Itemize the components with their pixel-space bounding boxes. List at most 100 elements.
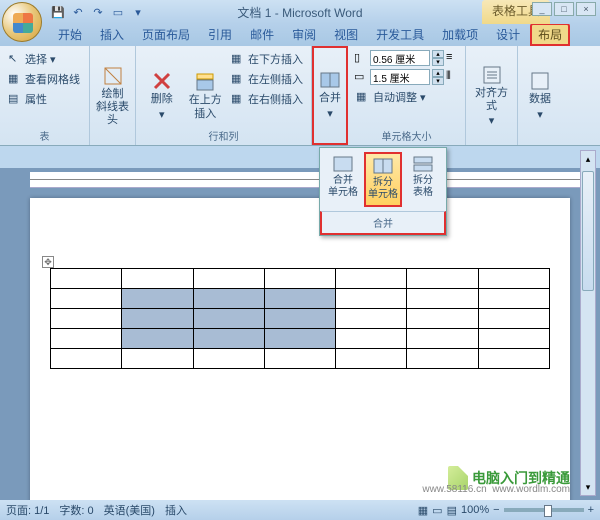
office-button[interactable] (2, 2, 42, 42)
merge-dropdown-popup: 合并 单元格 拆分 单元格 拆分 表格 合并 (319, 147, 447, 236)
popup-split-cells[interactable]: 拆分 单元格 (364, 152, 402, 207)
row-height-input[interactable] (370, 50, 430, 66)
minimize-button[interactable]: _ (532, 2, 552, 16)
tab-layout[interactable]: 布局 (530, 23, 570, 46)
insert-below-button[interactable]: ▦在下方插入 (229, 50, 305, 68)
zoom-out-icon[interactable]: − (493, 504, 499, 516)
save-icon[interactable]: 💾 (50, 4, 66, 20)
redo-icon[interactable]: ↷ (90, 4, 106, 20)
watermark: 电脑入门到精通 www.58116.cn www.wordlm.com (448, 466, 570, 490)
popup-split-table[interactable]: 拆分 表格 (404, 152, 442, 207)
col-width-spinner[interactable]: ▭ ▴▾ ⦀ (354, 69, 460, 85)
tab-design[interactable]: 设计 (488, 23, 528, 46)
row-height-spinner[interactable]: ▯ ▴▾ ≡ (354, 50, 460, 66)
status-bar: 页面: 1/1 字数: 0 英语(美国) 插入 ▦ ▭ ▤ 100% − + (0, 500, 600, 520)
col-width-input[interactable] (370, 69, 430, 85)
split-table-icon (413, 156, 433, 172)
group-label: 表 (0, 128, 89, 143)
table-row (51, 269, 550, 289)
properties-icon: ▤ (8, 92, 22, 106)
group-label: 行和列 (136, 128, 311, 143)
distribute-rows-icon[interactable]: ≡ (446, 51, 460, 65)
title-bar: 💾 ↶ ↷ ▭ ▾ 文档 1 - Microsoft Word 表格工具 _ □… (0, 0, 600, 24)
view-gridlines-button[interactable]: ▦查看网格线 (6, 70, 82, 88)
split-cells-icon (373, 158, 393, 174)
scroll-up-icon[interactable]: ▴ (581, 151, 595, 167)
tab-references[interactable]: 引用 (200, 23, 240, 46)
insert-below-icon: ▦ (231, 52, 245, 66)
view-read-icon[interactable]: ▭ (432, 504, 442, 517)
vertical-scrollbar[interactable]: ▴ ▾ (580, 150, 596, 496)
spin-down[interactable]: ▾ (432, 58, 444, 66)
popup-merge-cells[interactable]: 合并 单元格 (324, 152, 362, 207)
undo-icon[interactable]: ↶ (70, 4, 86, 20)
pencil-icon (103, 66, 123, 86)
zoom-in-icon[interactable]: + (588, 504, 594, 516)
zoom-slider[interactable] (504, 508, 584, 512)
view-print-icon[interactable]: ▦ (418, 504, 428, 517)
tab-addins[interactable]: 加载项 (434, 23, 486, 46)
close-button[interactable]: × (576, 2, 596, 16)
data-icon (530, 71, 550, 91)
document-area: ✥ (0, 168, 600, 500)
ribbon: ↖选择▾ ▦查看网格线 ▤属性 表 绘制 斜线表头 删除▾ (0, 46, 600, 146)
group-rows-cols: 删除▾ 在上方 插入 ▦在下方插入 ▦在左侧插入 ▦在右侧插入 行和列 (136, 46, 312, 145)
tab-pagelayout[interactable]: 页面布局 (134, 23, 198, 46)
table-row (51, 329, 550, 349)
autofit-button[interactable]: ▦自动调整▾ (354, 88, 460, 106)
height-icon: ▯ (354, 51, 368, 65)
chevron-down-icon: ▾ (420, 91, 426, 104)
group-merge: 合并 ▾ (312, 46, 348, 145)
popup-footer: 合并 (320, 211, 446, 235)
view-web-icon[interactable]: ▤ (447, 504, 457, 517)
properties-button[interactable]: ▤属性 (6, 90, 82, 108)
status-words[interactable]: 字数: 0 (59, 502, 93, 518)
draw-diagonal-button[interactable]: 绘制 斜线表头 (96, 50, 129, 143)
align-icon (482, 65, 502, 85)
scroll-down-icon[interactable]: ▾ (581, 479, 595, 495)
page[interactable]: ✥ (30, 198, 570, 500)
status-zoom[interactable]: 100% (461, 504, 489, 516)
alignment-button[interactable]: 对齐方式▾ (472, 50, 511, 143)
group-alignment: 对齐方式▾ (466, 46, 518, 145)
width-icon: ▭ (354, 70, 368, 84)
status-page[interactable]: 页面: 1/1 (6, 502, 49, 518)
tab-view[interactable]: 视图 (326, 23, 366, 46)
group-draw: 绘制 斜线表头 (90, 46, 136, 145)
tab-review[interactable]: 审阅 (284, 23, 324, 46)
tab-mailings[interactable]: 邮件 (242, 23, 282, 46)
horizontal-ruler[interactable] (30, 172, 580, 188)
merge-icon (320, 70, 340, 90)
quick-access-toolbar: 💾 ↶ ↷ ▭ ▾ (50, 4, 146, 20)
group-label: 单元格大小 (348, 128, 465, 143)
new-icon[interactable]: ▭ (110, 4, 126, 20)
scroll-thumb[interactable] (582, 171, 594, 291)
spin-up[interactable]: ▴ (432, 69, 444, 77)
autofit-icon: ▦ (356, 90, 370, 104)
insert-right-button[interactable]: ▦在右侧插入 (229, 90, 305, 108)
group-data: 数据▾ (518, 46, 562, 145)
tab-developer[interactable]: 开发工具 (368, 23, 432, 46)
group-table: ↖选择▾ ▦查看网格线 ▤属性 表 (0, 46, 90, 145)
status-lang[interactable]: 英语(美国) (104, 502, 155, 518)
distribute-cols-icon[interactable]: ⦀ (446, 70, 460, 84)
status-mode[interactable]: 插入 (165, 502, 187, 518)
group-cell-size: ▯ ▴▾ ≡ ▭ ▴▾ ⦀ ▦自动调整▾ 单元格大小 (348, 46, 466, 145)
select-button[interactable]: ↖选择▾ (6, 50, 82, 68)
chevron-down-icon: ▾ (327, 108, 333, 121)
table-row (51, 309, 550, 329)
restore-button[interactable]: □ (554, 2, 574, 16)
spin-down[interactable]: ▾ (432, 77, 444, 85)
insert-left-icon: ▦ (231, 72, 245, 86)
data-button[interactable]: 数据▾ (524, 50, 556, 143)
insert-left-button[interactable]: ▦在左侧插入 (229, 70, 305, 88)
insert-above-icon (195, 72, 215, 92)
qat-dropdown-icon[interactable]: ▾ (130, 4, 146, 20)
spin-up[interactable]: ▴ (432, 50, 444, 58)
merge-dropdown-button[interactable]: 合并 ▾ (316, 50, 344, 141)
tab-insert[interactable]: 插入 (92, 23, 132, 46)
cursor-icon: ↖ (8, 52, 22, 66)
table-move-handle[interactable]: ✥ (42, 256, 54, 268)
tab-home[interactable]: 开始 (50, 23, 90, 46)
word-table[interactable] (50, 268, 550, 369)
